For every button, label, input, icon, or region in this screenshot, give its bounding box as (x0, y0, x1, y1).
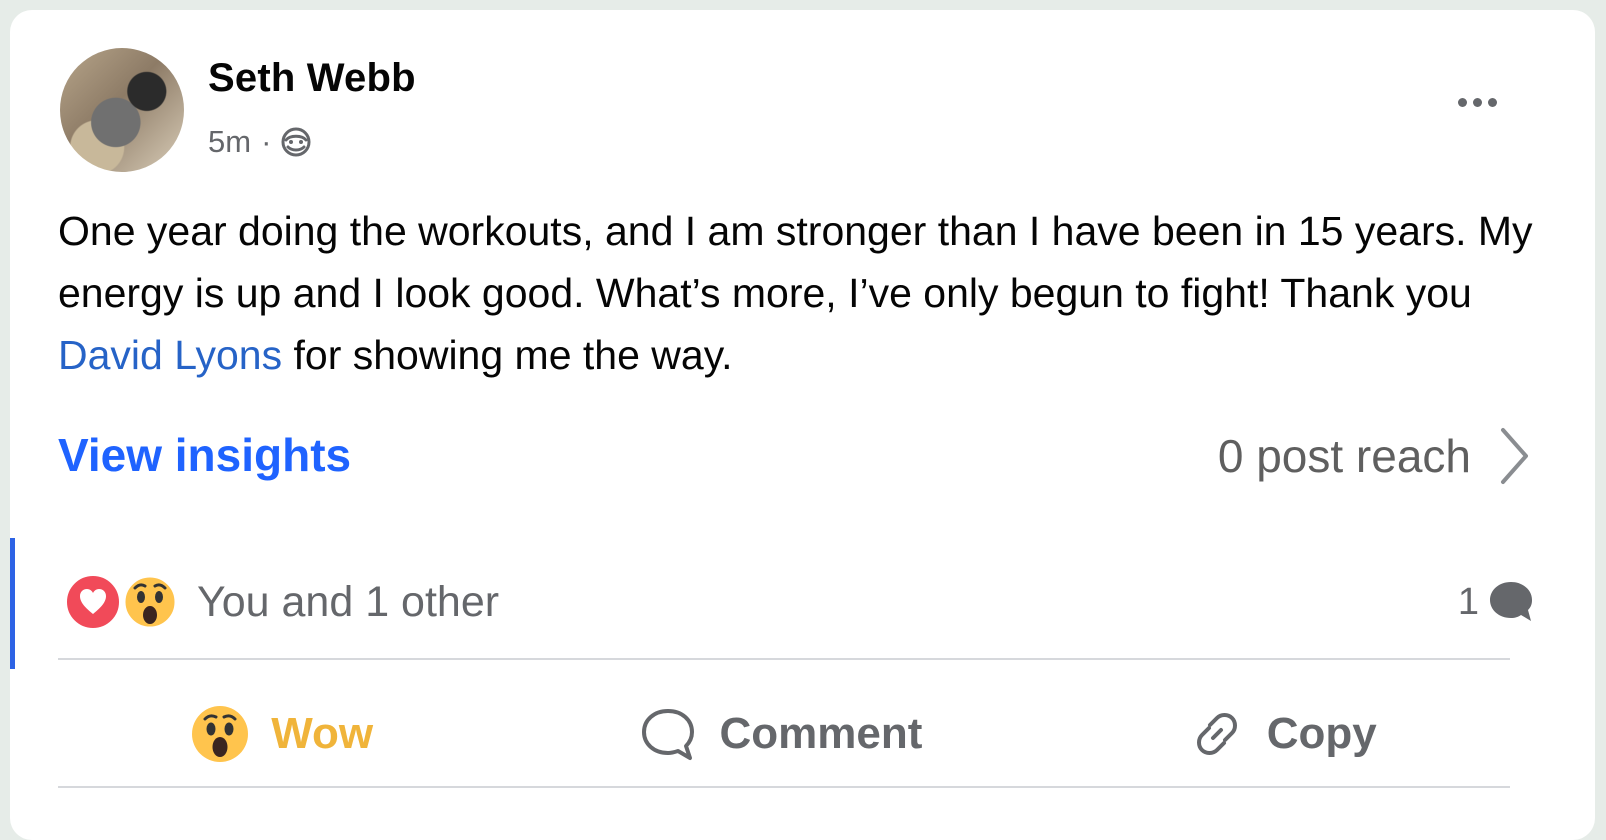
love-icon (64, 573, 122, 631)
post-text: One year doing the workouts, and I am st… (58, 200, 1538, 386)
post-actions: Wow Comment Copy (58, 688, 1510, 780)
wow-icon (122, 574, 178, 630)
link-icon (1196, 713, 1237, 755)
post-text-end: for showing me the way. (282, 332, 733, 378)
post-text-start: One year doing the workouts, and I am st… (58, 208, 1533, 316)
comment-button[interactable]: Comment (639, 705, 922, 763)
wow-icon (192, 706, 249, 762)
author-name[interactable]: Seth Webb (208, 56, 416, 101)
post-card: Seth Webb 5m · One year doing the workou… (10, 10, 1595, 840)
more-dot (1487, 97, 1497, 107)
globe-icon[interactable] (279, 125, 313, 159)
post-time[interactable]: 5m (208, 124, 251, 160)
wow-button[interactable]: Wow (191, 705, 373, 763)
copy-button[interactable]: Copy (1189, 706, 1377, 762)
reaction-icons[interactable] (64, 570, 179, 634)
author-avatar[interactable] (60, 48, 184, 172)
reaction-summary[interactable]: You and 1 other (197, 578, 499, 627)
actions-divider (58, 786, 1510, 788)
post-reach-text: 0 post reach (1217, 430, 1471, 482)
comment-icon (642, 709, 695, 760)
comment-bubble-icon (1490, 582, 1532, 621)
comment-count-button[interactable]: 1 (1458, 579, 1535, 625)
wow-label: Wow (271, 709, 374, 758)
chevron-right-icon (1501, 428, 1528, 484)
reactions-row: You and 1 other 1 (64, 566, 1535, 638)
reactions-divider (58, 658, 1510, 660)
more-options-icon[interactable] (1447, 82, 1507, 122)
heart-icon (80, 589, 106, 614)
comment-label: Comment (719, 709, 923, 758)
view-insights-link[interactable]: View insights (58, 428, 351, 482)
selected-accent-bar (10, 538, 15, 669)
more-dot (1457, 97, 1467, 107)
post-meta: 5m · (208, 124, 313, 160)
mention-link[interactable]: David Lyons (58, 332, 282, 378)
post-reach-link[interactable]: 0 post reach (1218, 422, 1533, 490)
more-dot (1472, 97, 1482, 107)
comment-count: 1 (1457, 580, 1479, 623)
copy-label: Copy (1266, 709, 1377, 758)
meta-separator: · (261, 124, 272, 159)
